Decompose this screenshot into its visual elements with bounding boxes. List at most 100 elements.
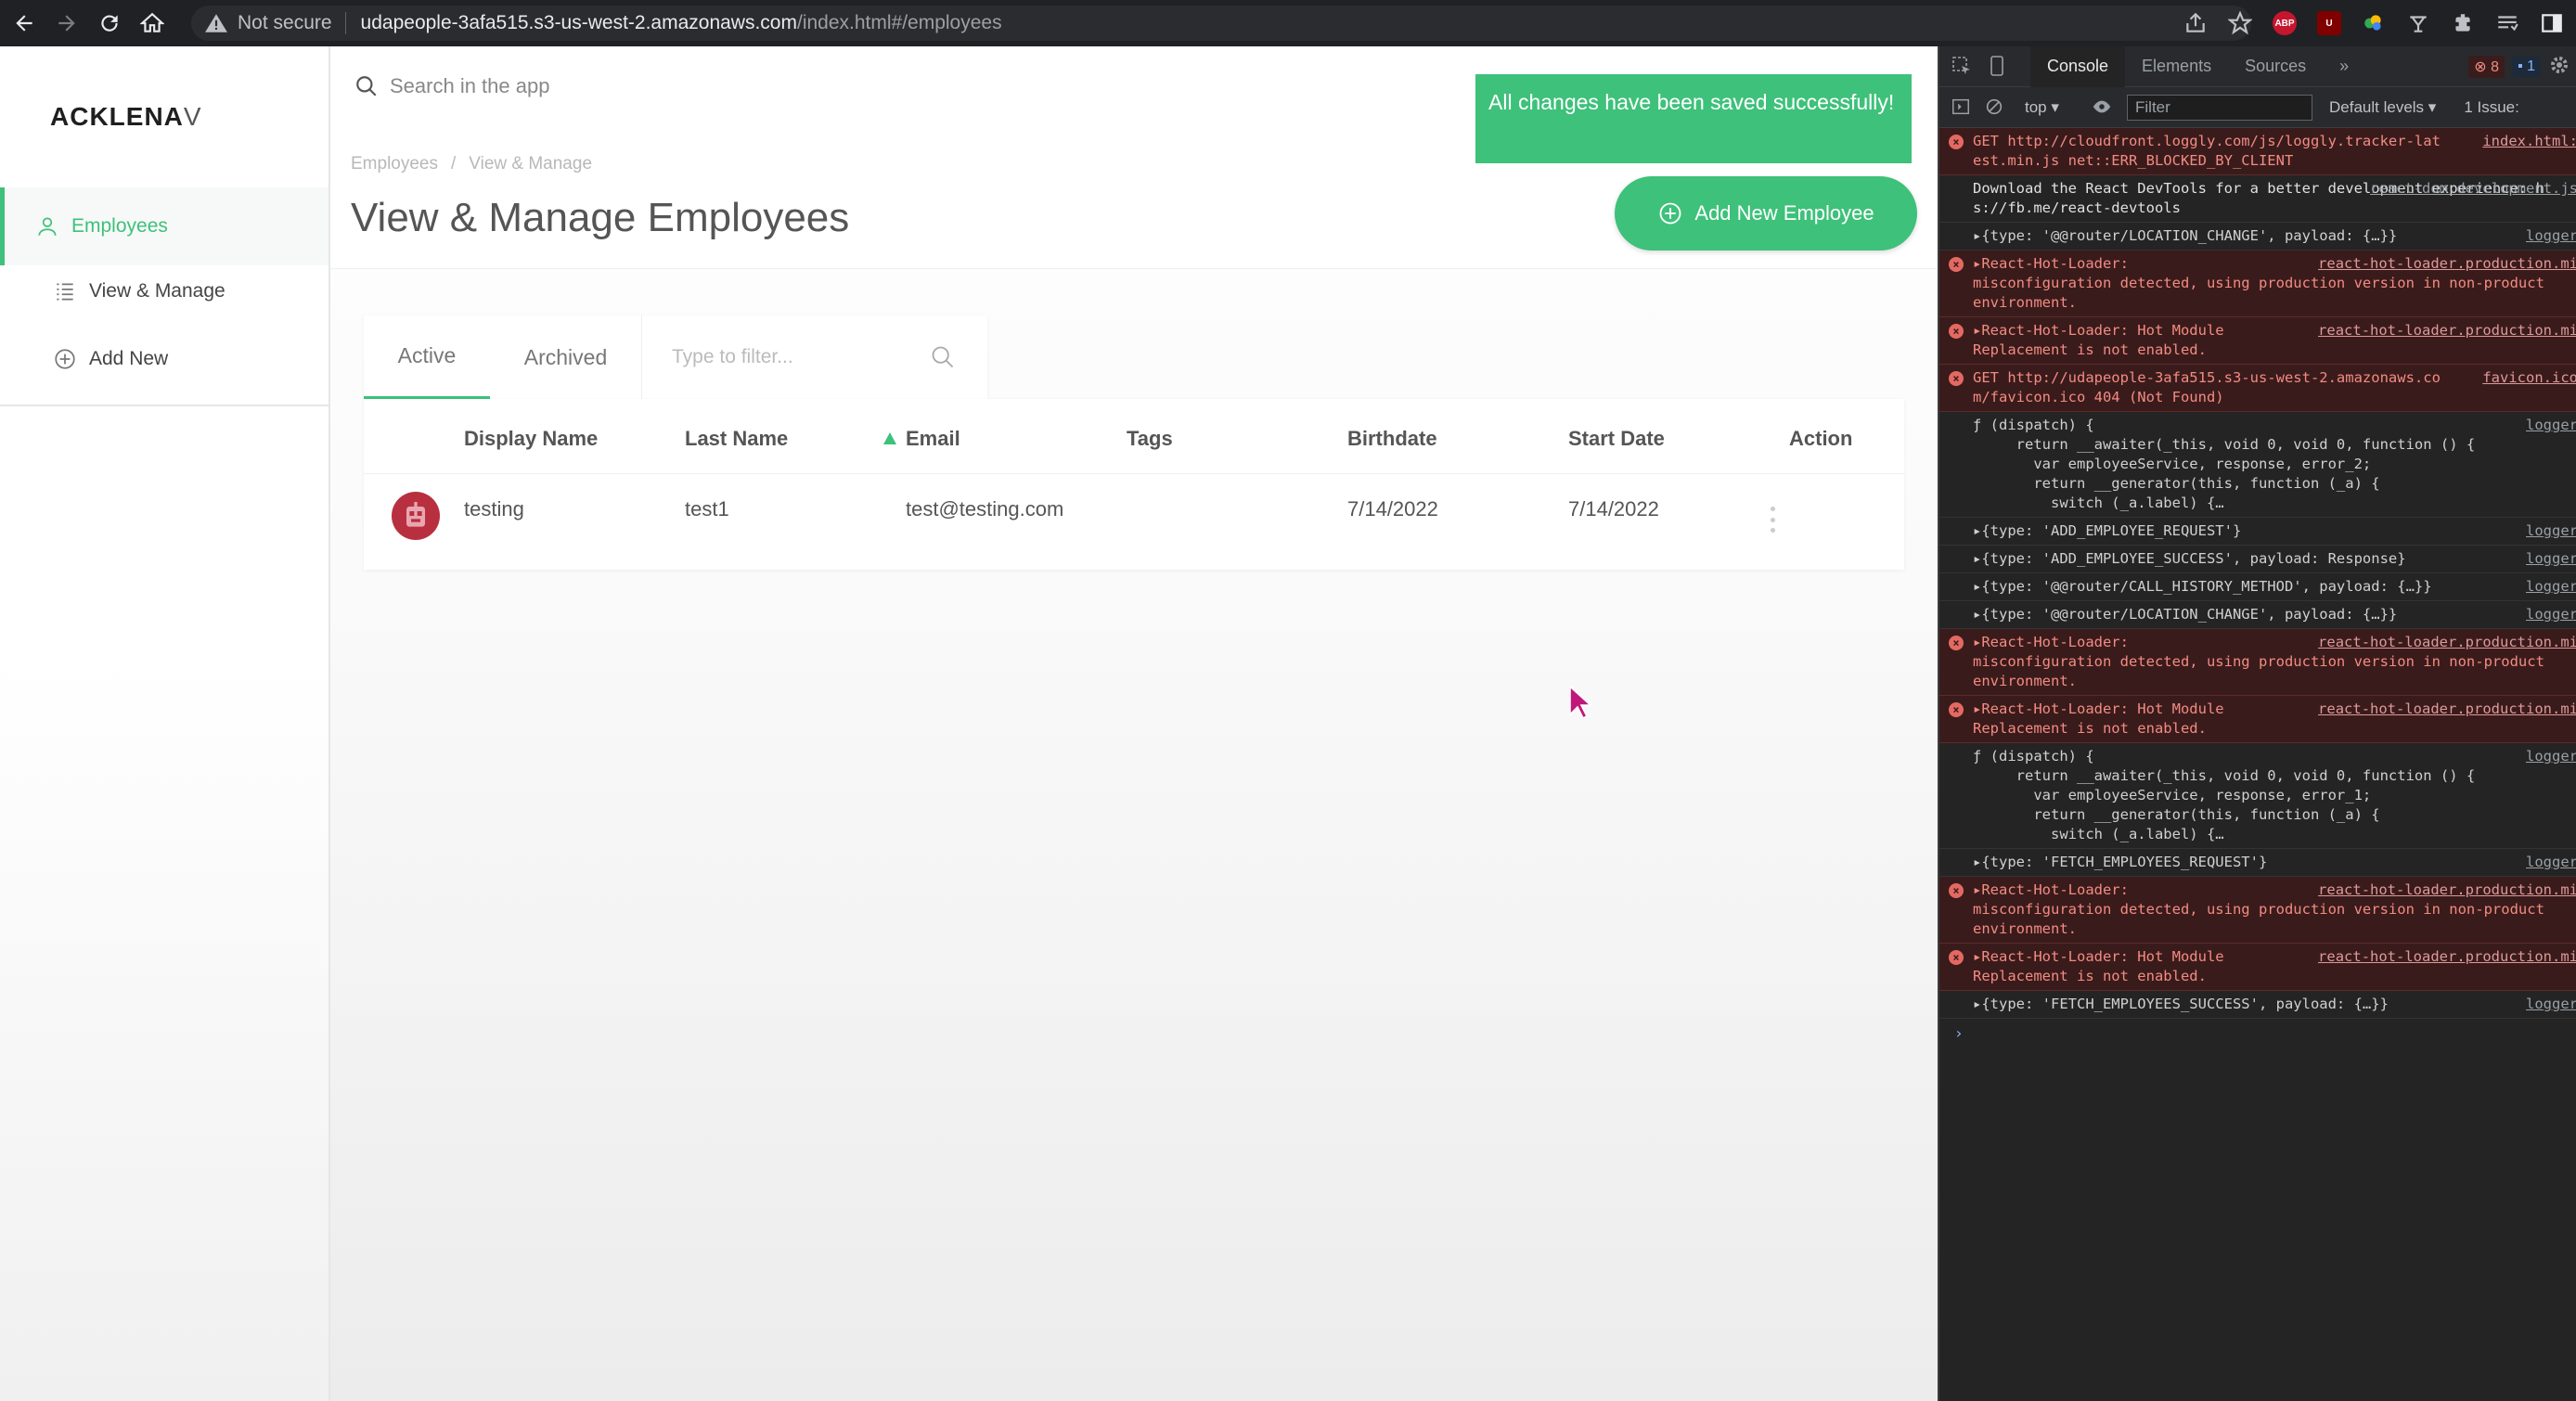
console-source-link[interactable]: logger bbox=[2520, 577, 2576, 597]
console-source-link[interactable]: favicon.ico bbox=[2477, 368, 2576, 388]
console-message[interactable]: ƒ (dispatch) { return __awaiter(_this, v… bbox=[1939, 743, 2576, 849]
sidebar-item-employees[interactable]: Employees bbox=[0, 187, 328, 265]
console-message[interactable]: ▸{type: '@@router/LOCATION_CHANGE', payl… bbox=[1939, 223, 2576, 251]
reading-list-button[interactable] bbox=[2494, 10, 2520, 36]
adblock-extension[interactable]: ABP bbox=[2272, 10, 2298, 36]
column-header-email[interactable]: Email bbox=[906, 427, 960, 451]
console-message[interactable]: ▸{type: 'ADD_EMPLOYEE_REQUEST'} logger bbox=[1939, 518, 2576, 546]
warning-icon bbox=[205, 14, 227, 32]
devtools-badges: ⊗ 8 ▪ 1 bbox=[2468, 46, 2576, 87]
console-source-link[interactable]: react-hot-loader.production.mi bbox=[2312, 947, 2576, 967]
add-new-employee-button[interactable]: Add New Employee bbox=[1615, 176, 1917, 251]
console-filter-input[interactable]: Filter bbox=[2127, 94, 2312, 121]
console-source-link[interactable]: logger bbox=[2520, 521, 2576, 541]
console-source-link[interactable]: logger bbox=[2520, 747, 2576, 766]
sidebar-item-view-manage[interactable]: View & Manage bbox=[0, 263, 328, 319]
console-source-link[interactable]: logger bbox=[2520, 549, 2576, 569]
console-source-link[interactable]: react-dom.development.js bbox=[2364, 179, 2576, 199]
star-icon bbox=[2228, 11, 2252, 35]
side-panel-button[interactable] bbox=[2539, 10, 2565, 36]
context-select[interactable]: top ▾ bbox=[2025, 98, 2080, 117]
sort-asc-icon[interactable] bbox=[883, 432, 896, 444]
message-count-badge[interactable]: ▪ 1 bbox=[2511, 57, 2541, 77]
console-source-link[interactable]: logger bbox=[2520, 853, 2576, 872]
column-header-display-name[interactable]: Display Name bbox=[464, 427, 598, 451]
sidebar-item-add-new[interactable]: Add New bbox=[0, 330, 328, 388]
home-button[interactable] bbox=[134, 5, 171, 42]
back-button[interactable] bbox=[6, 5, 43, 42]
sidebar-toggle-icon[interactable] bbox=[1951, 96, 1973, 119]
console-message-text: GET http://udapeople-3afa515.s3-us-west-… bbox=[1973, 369, 2441, 405]
extensions-button[interactable] bbox=[2450, 10, 2476, 36]
console-source-link[interactable]: react-hot-loader.production.mi bbox=[2312, 633, 2576, 652]
console-message-text: ▸{type: 'ADD_EMPLOYEE_REQUEST'} bbox=[1973, 522, 2242, 539]
console-message[interactable]: × GET http://cloudfront.loggly.com/js/log… bbox=[1939, 128, 2576, 175]
success-toast[interactable]: All changes have been saved successfully… bbox=[1475, 74, 1912, 163]
column-header-birthdate[interactable]: Birthdate bbox=[1347, 427, 1437, 451]
plus-circle-icon bbox=[52, 346, 78, 372]
issues-button[interactable]: 1 Issue: bbox=[2464, 98, 2519, 117]
console-message[interactable]: Download the React DevTools for a better… bbox=[1939, 175, 2576, 223]
console-source-link[interactable]: logger bbox=[2520, 995, 2576, 1014]
address-bar[interactable]: Not secure udapeople-3afa515.s3-us-west-… bbox=[191, 6, 2251, 41]
column-header-start-date[interactable]: Start Date bbox=[1568, 427, 1665, 451]
console-source-link[interactable]: logger bbox=[2520, 416, 2576, 435]
device-toggle-icon[interactable] bbox=[1986, 55, 2010, 79]
breadcrumb-employees[interactable]: Employees bbox=[351, 154, 438, 174]
tab-sources[interactable]: Sources bbox=[2228, 46, 2323, 87]
share-button[interactable] bbox=[2183, 10, 2209, 36]
console-source-link[interactable]: react-hot-loader.production.mi bbox=[2312, 700, 2576, 719]
console-source-link[interactable]: logger bbox=[2520, 605, 2576, 624]
console-message[interactable]: × ▸React-Hot-Loader: Hot Module Replaceme… bbox=[1939, 944, 2576, 991]
reload-button[interactable] bbox=[91, 5, 128, 42]
clear-console-icon[interactable] bbox=[1984, 96, 2006, 119]
column-header-last-name[interactable]: Last Name bbox=[685, 427, 788, 451]
tools-extension[interactable] bbox=[2405, 10, 2431, 36]
home-icon bbox=[140, 12, 164, 32]
tab-elements[interactable]: Elements bbox=[2125, 46, 2228, 87]
console-source-link[interactable]: logger bbox=[2520, 226, 2576, 246]
error-icon: × bbox=[1949, 702, 1964, 717]
row-actions-menu-icon[interactable] bbox=[1767, 507, 1778, 533]
tab-console[interactable]: Console bbox=[2030, 46, 2126, 87]
console-message[interactable]: × ▸React-Hot-Loader: Hot Module Replaceme… bbox=[1939, 696, 2576, 743]
console-source-link[interactable]: react-hot-loader.production.mi bbox=[2312, 254, 2576, 274]
console-message[interactable]: × ▸React-Hot-Loader: misconfiguration det… bbox=[1939, 877, 2576, 944]
console-message[interactable]: ▸{type: '@@router/LOCATION_CHANGE', payl… bbox=[1939, 601, 2576, 629]
console-source-link[interactable]: index.html: bbox=[2477, 132, 2576, 151]
app-search[interactable]: Search in the app bbox=[354, 74, 549, 98]
console-message[interactable]: ▸{type: '@@router/CALL_HISTORY_METHOD', … bbox=[1939, 573, 2576, 601]
error-count-badge[interactable]: ⊗ 8 bbox=[2468, 56, 2505, 78]
tab-archived[interactable]: Archived bbox=[490, 315, 642, 399]
console-prompt[interactable]: › bbox=[1939, 1019, 2576, 1042]
forward-button[interactable] bbox=[48, 5, 85, 42]
console-message[interactable]: × ▸React-Hot-Loader: Hot Module Replaceme… bbox=[1939, 317, 2576, 365]
console-source-link[interactable]: react-hot-loader.production.mi bbox=[2312, 880, 2576, 900]
cell-birthdate: 7/14/2022 bbox=[1347, 497, 1438, 521]
live-expression-eye-icon[interactable] bbox=[2092, 96, 2114, 119]
settings-gear-icon[interactable] bbox=[2548, 54, 2570, 80]
console-message[interactable]: × ▸React-Hot-Loader: misconfiguration det… bbox=[1939, 629, 2576, 696]
side-panel-icon bbox=[2542, 14, 2562, 32]
inspect-element-icon[interactable] bbox=[1951, 55, 1975, 79]
console-message-text: ▸{type: 'FETCH_EMPLOYEES_SUCCESS', paylo… bbox=[1973, 996, 2389, 1012]
console-message[interactable]: ▸{type: 'ADD_EMPLOYEE_SUCCESS', payload:… bbox=[1939, 546, 2576, 573]
log-levels-select[interactable]: Default levels ▾ bbox=[2329, 98, 2436, 117]
console-message[interactable]: ƒ (dispatch) { return __awaiter(_this, v… bbox=[1939, 412, 2576, 518]
column-header-tags[interactable]: Tags bbox=[1127, 427, 1173, 451]
console-message[interactable]: × GET http://udapeople-3afa515.s3-us-west… bbox=[1939, 365, 2576, 412]
ublock-extension[interactable]: U bbox=[2316, 10, 2342, 36]
search-icon[interactable] bbox=[930, 344, 956, 370]
bookmark-button[interactable] bbox=[2227, 10, 2253, 36]
console-message-text: ƒ (dispatch) { return __awaiter(_this, v… bbox=[1973, 748, 2476, 842]
tab-active[interactable]: Active bbox=[364, 315, 490, 399]
console-message-text: GET http://cloudfront.loggly.com/js/logg… bbox=[1973, 133, 2441, 169]
colorful-extension[interactable] bbox=[2361, 10, 2387, 36]
filter-input[interactable] bbox=[672, 346, 922, 368]
console-message[interactable]: ▸{type: 'FETCH_EMPLOYEES_REQUEST'} logger bbox=[1939, 849, 2576, 877]
console-message[interactable]: ▸{type: 'FETCH_EMPLOYEES_SUCCESS', paylo… bbox=[1939, 991, 2576, 1019]
console-message[interactable]: × ▸React-Hot-Loader: misconfiguration det… bbox=[1939, 251, 2576, 317]
sidebar: ACKLENAV Employees View & Manage Add New bbox=[0, 46, 330, 1401]
tab-more[interactable]: » bbox=[2323, 46, 2365, 87]
console-source-link[interactable]: react-hot-loader.production.mi bbox=[2312, 321, 2576, 341]
